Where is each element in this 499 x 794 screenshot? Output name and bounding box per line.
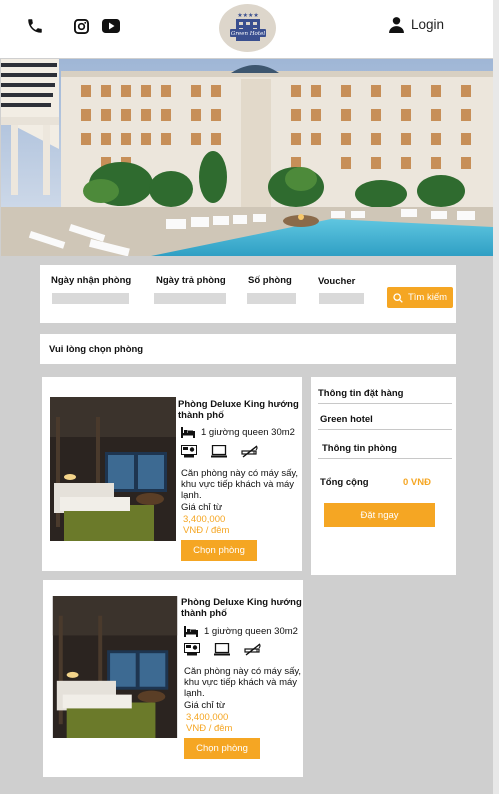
checkout-field[interactable] — [154, 293, 226, 304]
bed-text: 1 giường queen 30m2 — [201, 427, 295, 438]
bed-icon — [184, 626, 198, 637]
room-photo — [50, 397, 176, 541]
room-info-label: Thông tin phòng — [322, 443, 397, 454]
instagram-icon[interactable] — [73, 18, 89, 34]
price-unit: VNĐ / đêm — [186, 723, 233, 734]
page-edge — [493, 0, 499, 794]
choose-room-label: Vui lòng chọn phòng — [49, 343, 144, 355]
svg-text:Green Hotel: Green Hotel — [230, 31, 264, 37]
user-icon — [389, 17, 404, 33]
search-icon — [393, 292, 403, 303]
price-value: 3,400,000 — [186, 712, 229, 723]
room-description: Căn phòng này có máy sấy, khu vực tiếp k… — [181, 468, 299, 501]
no-smoking-icon — [244, 643, 261, 656]
hotel-logo[interactable]: ★★★★ Green Hotel — [219, 4, 276, 52]
price-unit: VNĐ / đêm — [183, 525, 230, 536]
svg-text:★★★★: ★★★★ — [237, 12, 259, 19]
search-button-label: Tìm kiếm — [407, 292, 448, 303]
price-value: 3,400,000 — [183, 514, 226, 525]
no-smoking-icon — [241, 445, 258, 458]
hero-image — [1, 59, 493, 256]
bed-info: 1 giường queen 30m2 — [184, 626, 298, 637]
room-card: Phòng Deluxe King hướng thành phố 1 giườ… — [43, 580, 303, 777]
phone-icon[interactable] — [25, 16, 45, 36]
room-photo — [52, 596, 178, 738]
room-description: Căn phòng này có máy sấy, khu vực tiếp k… — [184, 666, 302, 699]
total-label: Tổng cộng — [320, 477, 369, 488]
total-value: 0 VNĐ — [403, 477, 431, 488]
divider — [318, 403, 452, 404]
login-button[interactable]: Login — [388, 16, 444, 33]
rooms-label: Số phòng — [248, 275, 292, 286]
checkin-field[interactable] — [52, 293, 129, 304]
search-form: Ngày nhận phòng Ngày trả phòng Số phòng … — [40, 265, 456, 323]
divider — [318, 458, 452, 459]
order-panel: Thông tin đặt hàng Green hotel Thông tin… — [311, 377, 456, 575]
room-title: Phòng Deluxe King hướng thành phố — [178, 399, 299, 421]
login-label: Login — [411, 17, 445, 32]
checkout-label: Ngày trả phòng — [156, 275, 226, 286]
price-label: Giá chỉ từ — [181, 502, 223, 513]
divider — [318, 429, 452, 430]
search-button[interactable]: Tìm kiếm — [387, 287, 453, 308]
book-now-button[interactable]: Đặt ngay — [324, 503, 435, 527]
amenities — [184, 643, 262, 656]
bed-icon — [181, 427, 195, 438]
bed-text: 1 giường queen 30m2 — [204, 626, 298, 637]
header: ★★★★ Green Hotel Login — [0, 0, 499, 58]
price-label: Giá chỉ từ — [184, 700, 226, 711]
bed-info: 1 giường queen 30m2 — [181, 427, 295, 438]
voucher-field[interactable] — [319, 293, 364, 304]
choose-room-bar: Vui lòng chọn phòng — [40, 334, 456, 364]
choose-room-button[interactable]: Chọn phòng — [184, 738, 260, 759]
checkin-label: Ngày nhận phòng — [51, 275, 132, 286]
rooms-field[interactable] — [247, 293, 296, 304]
hotel-name: Green hotel — [320, 414, 373, 425]
order-title: Thông tin đặt hàng — [318, 388, 404, 399]
room-card: Phòng Deluxe King hướng thành phố 1 giườ… — [42, 377, 302, 571]
hairdryer-icon — [184, 643, 200, 656]
voucher-label: Voucher — [318, 276, 356, 287]
amenities — [181, 445, 259, 458]
room-title: Phòng Deluxe King hướng thành phố — [181, 597, 302, 619]
choose-room-button[interactable]: Chọn phòng — [181, 540, 257, 561]
hairdryer-icon — [181, 445, 197, 458]
tv-icon — [214, 643, 230, 656]
youtube-icon[interactable] — [101, 18, 121, 34]
tv-icon — [211, 445, 227, 458]
